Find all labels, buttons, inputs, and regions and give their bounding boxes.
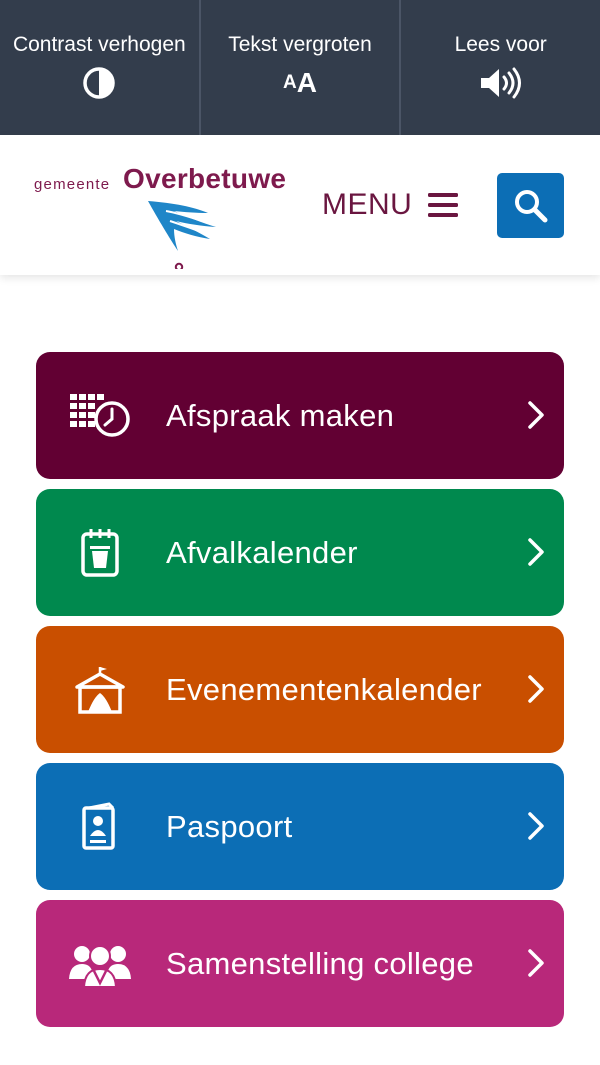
logo[interactable]: gemeente Overbetuwe — [34, 149, 294, 269]
tile-paspoort[interactable]: Paspoort — [36, 763, 564, 890]
people-group-icon — [66, 930, 134, 998]
tile-samenstelling-college[interactable]: Samenstelling college — [36, 900, 564, 1027]
accessibility-toolbar: Contrast verhogen Tekst vergroten AA Lee… — [0, 0, 600, 135]
tile-afspraak-maken[interactable]: Afspraak maken — [36, 352, 564, 479]
quick-links: Afspraak maken Afvalkalender Evenementen… — [36, 352, 564, 1037]
calendar-clock-icon — [66, 382, 134, 450]
passport-icon — [66, 793, 134, 861]
chevron-right-icon — [526, 400, 546, 430]
read-aloud-button[interactable]: Lees voor — [399, 0, 600, 135]
tile-label: Afspraak maken — [166, 397, 395, 433]
waste-calendar-icon — [66, 519, 134, 587]
chevron-right-icon — [526, 537, 546, 567]
chevron-right-icon — [526, 948, 546, 978]
tile-label: Evenementenkalender — [166, 671, 482, 707]
tent-icon — [66, 656, 134, 724]
text-size-toggle[interactable]: Tekst vergroten AA — [198, 0, 400, 135]
chevron-right-icon — [526, 811, 546, 841]
tile-label: Paspoort — [166, 808, 293, 844]
contrast-icon — [82, 66, 116, 100]
contrast-label: Contrast verhogen — [12, 33, 186, 56]
tile-evenementenkalender[interactable]: Evenementenkalender — [36, 626, 564, 753]
logo-mark-icon — [148, 201, 216, 269]
menu-label: MENU — [322, 188, 413, 221]
text-size-label: Tekst vergroten — [228, 33, 372, 56]
chevron-right-icon — [526, 674, 546, 704]
read-aloud-label: Lees voor — [454, 33, 547, 56]
logo-name-text: Overbetuwe — [123, 163, 287, 194]
tile-label: Afvalkalender — [166, 534, 358, 570]
search-button[interactable] — [497, 173, 564, 238]
site-header: gemeente Overbetuwe MENU — [0, 135, 600, 275]
menu-button[interactable]: MENU — [322, 185, 459, 225]
hamburger-icon — [428, 192, 459, 218]
text-size-icon-small: A — [283, 72, 297, 93]
text-size-icon-big: A — [296, 67, 317, 98]
contrast-toggle[interactable]: Contrast verhogen — [0, 0, 199, 135]
tile-afvalkalender[interactable]: Afvalkalender — [36, 489, 564, 616]
speaker-icon — [479, 66, 523, 100]
search-icon — [514, 189, 547, 222]
text-size-icon: AA — [283, 66, 317, 100]
logo-municipality-text: gemeente — [34, 176, 111, 193]
tile-label: Samenstelling college — [166, 945, 474, 981]
